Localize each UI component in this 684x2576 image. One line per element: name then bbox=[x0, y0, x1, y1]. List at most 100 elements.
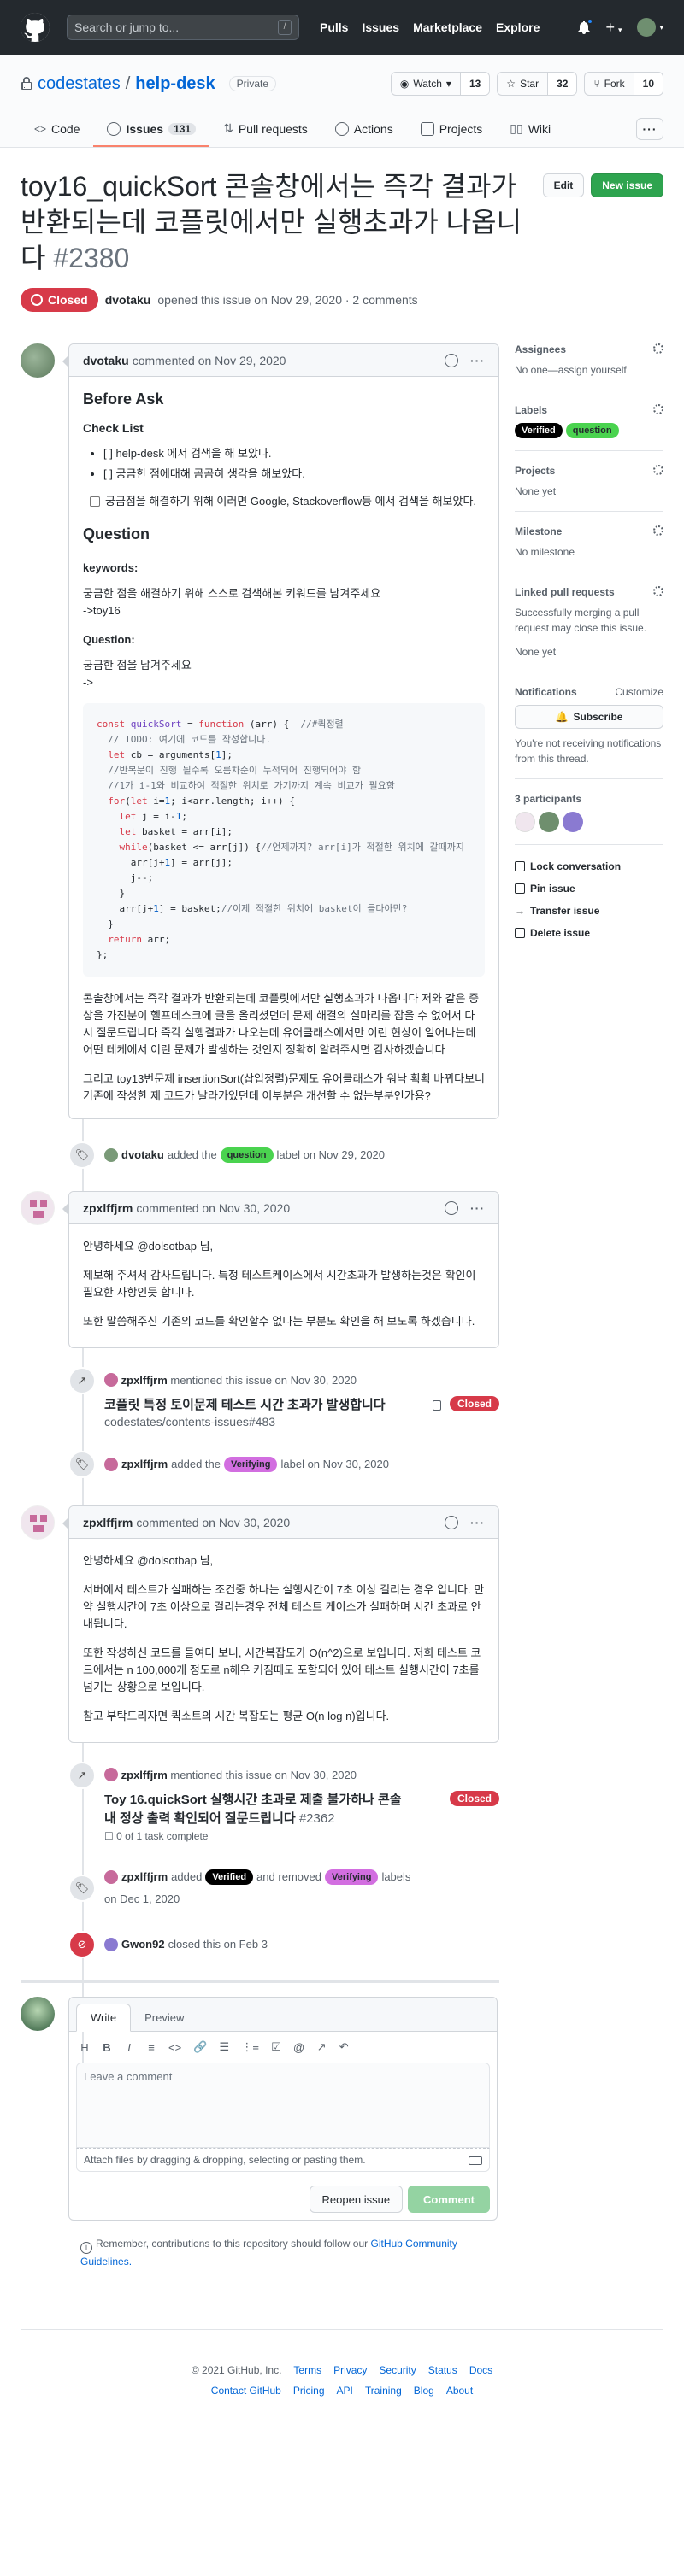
avatar[interactable] bbox=[515, 812, 535, 832]
star-count[interactable]: 32 bbox=[547, 73, 577, 95]
task-list-icon[interactable]: ☑ bbox=[271, 2040, 281, 2054]
avatar[interactable] bbox=[21, 1191, 55, 1225]
mention-icon[interactable]: @ bbox=[293, 2041, 304, 2054]
quote-icon[interactable]: ≡ bbox=[146, 2041, 156, 2054]
attach-files-area[interactable]: Attach files by dragging & dropping, sel… bbox=[76, 2148, 490, 2172]
footer-link-security[interactable]: Security bbox=[379, 2364, 416, 2376]
comment-textarea[interactable]: Leave a comment bbox=[76, 2063, 490, 2148]
tab-actions[interactable]: Actions bbox=[321, 122, 407, 147]
fork-button[interactable]: ⑂ Fork 10 bbox=[584, 72, 663, 96]
footer-link-status[interactable]: Status bbox=[428, 2364, 457, 2376]
avatar[interactable] bbox=[104, 1148, 118, 1162]
subscribe-button[interactable]: 🔔 Subscribe bbox=[515, 705, 663, 729]
search-input[interactable]: Search or jump to... / bbox=[67, 15, 299, 40]
bulleted-list-icon[interactable]: ☰ bbox=[219, 2040, 230, 2054]
tab-code[interactable]: <> Code bbox=[21, 122, 93, 147]
tab-wiki[interactable]: ▯▯ Wiki bbox=[496, 121, 564, 147]
footer-link-privacy[interactable]: Privacy bbox=[333, 2364, 367, 2376]
nav-explore[interactable]: Explore bbox=[496, 21, 540, 34]
footer-link-contact[interactable]: Contact GitHub bbox=[211, 2385, 281, 2397]
event-actor[interactable]: zpxlffjrm bbox=[121, 1455, 168, 1474]
event-actor[interactable]: Gwon92 bbox=[121, 1935, 165, 1954]
nav-issues[interactable]: Issues bbox=[362, 21, 399, 34]
tab-write[interactable]: Write bbox=[76, 2004, 132, 2032]
sidebar-heading[interactable]: Labels bbox=[515, 404, 547, 416]
watch-count[interactable]: 13 bbox=[459, 73, 490, 95]
avatar[interactable] bbox=[563, 812, 583, 832]
avatar[interactable] bbox=[104, 1373, 118, 1387]
comment-menu-icon[interactable]: ··· bbox=[470, 1201, 485, 1215]
avatar[interactable] bbox=[539, 812, 559, 832]
event-actor[interactable]: zpxlffjrm bbox=[121, 1374, 168, 1387]
nav-marketplace[interactable]: Marketplace bbox=[413, 21, 482, 34]
footer-link-pricing[interactable]: Pricing bbox=[293, 2385, 325, 2397]
create-new-plus-icon[interactable]: + ▾ bbox=[606, 19, 622, 37]
event-actor[interactable]: zpxlffjrm bbox=[121, 1868, 168, 1887]
avatar[interactable] bbox=[21, 1505, 55, 1540]
pin-issue-button[interactable]: Pin issue bbox=[515, 877, 663, 900]
github-logo-icon[interactable] bbox=[21, 13, 50, 42]
sidebar-heading[interactable]: Assignees bbox=[515, 343, 566, 355]
label-question[interactable]: question bbox=[565, 423, 619, 438]
comment-author[interactable]: dvotaku bbox=[83, 354, 129, 367]
label-verifying[interactable]: Verifying bbox=[324, 1869, 379, 1885]
comment-button[interactable]: Comment bbox=[408, 2186, 490, 2213]
transfer-issue-button[interactable]: → Transfer issue bbox=[515, 900, 663, 922]
comment-menu-icon[interactable]: ··· bbox=[470, 354, 485, 367]
task-checkbox[interactable] bbox=[90, 496, 100, 507]
repo-owner-link[interactable]: codestates bbox=[38, 74, 121, 94]
delete-issue-button[interactable]: Delete issue bbox=[515, 922, 663, 944]
sidebar-heading[interactable]: Projects bbox=[515, 465, 555, 477]
fork-count[interactable]: 10 bbox=[633, 73, 663, 95]
gear-icon[interactable] bbox=[653, 404, 663, 414]
comment-author[interactable]: zpxlffjrm bbox=[83, 1516, 133, 1529]
footer-link-blog[interactable]: Blog bbox=[414, 2385, 434, 2397]
assignees-value[interactable]: No one—assign yourself bbox=[515, 362, 663, 378]
comment-menu-icon[interactable]: ··· bbox=[470, 1516, 485, 1529]
lock-conversation-button[interactable]: Lock conversation bbox=[515, 855, 663, 877]
bold-icon[interactable]: B bbox=[102, 2041, 112, 2054]
referenced-issue-title[interactable]: 코플릿 특정 토이문제 테스트 시간 초과가 발생합니다 bbox=[104, 1396, 412, 1415]
footer-link-docs[interactable]: Docs bbox=[469, 2364, 492, 2376]
heading-icon[interactable]: H bbox=[80, 2041, 90, 2054]
reopen-issue-button[interactable]: Reopen issue bbox=[309, 2186, 404, 2213]
tab-projects[interactable]: Projects bbox=[407, 122, 497, 147]
reply-icon[interactable]: ↶ bbox=[339, 2040, 349, 2054]
notifications-bell-icon[interactable] bbox=[577, 18, 593, 34]
tab-preview[interactable]: Preview bbox=[131, 2004, 198, 2031]
reaction-smiley-icon[interactable] bbox=[445, 1515, 458, 1529]
avatar[interactable] bbox=[104, 1870, 118, 1884]
link-icon[interactable]: 🔗 bbox=[193, 2040, 207, 2054]
new-issue-button[interactable]: New issue bbox=[591, 173, 663, 197]
user-menu[interactable]: ▾ bbox=[637, 18, 663, 37]
cross-reference-icon[interactable]: ↗ bbox=[316, 2040, 327, 2054]
avatar[interactable] bbox=[104, 1938, 118, 1951]
tab-pull-requests[interactable]: ⇅ Pull requests bbox=[209, 121, 321, 147]
task-item[interactable]: 궁금점을 해결하기 위해 이러면 Google, Stackoverflow등 … bbox=[90, 493, 485, 510]
event-actor[interactable]: dvotaku bbox=[121, 1146, 164, 1165]
reaction-smiley-icon[interactable] bbox=[445, 1200, 458, 1215]
reaction-smiley-icon[interactable] bbox=[445, 353, 458, 367]
comment-date[interactable]: commented on Nov 30, 2020 bbox=[136, 1516, 290, 1529]
star-button[interactable]: ☆ Star 32 bbox=[497, 72, 578, 96]
watch-button[interactable]: ◉ Watch ▾ 13 bbox=[390, 72, 491, 96]
sidebar-heading[interactable]: Linked pull requests bbox=[515, 586, 615, 598]
label-verified[interactable]: Verified bbox=[205, 1869, 254, 1885]
code-icon[interactable]: <> bbox=[168, 2041, 181, 2054]
more-tabs-button[interactable]: ··· bbox=[636, 118, 663, 140]
event-actor[interactable]: zpxlffjrm bbox=[121, 1769, 168, 1781]
footer-link-training[interactable]: Training bbox=[365, 2385, 402, 2397]
sidebar-heading[interactable]: Milestone bbox=[515, 525, 562, 537]
comment-date[interactable]: commented on Nov 30, 2020 bbox=[136, 1201, 290, 1215]
edit-button[interactable]: Edit bbox=[542, 173, 585, 197]
footer-link-terms[interactable]: Terms bbox=[293, 2364, 321, 2376]
gear-icon[interactable] bbox=[653, 465, 663, 475]
footer-link-about[interactable]: About bbox=[446, 2385, 473, 2397]
comment-author[interactable]: zpxlffjrm bbox=[83, 1201, 133, 1215]
gear-icon[interactable] bbox=[653, 343, 663, 354]
gear-icon[interactable] bbox=[653, 586, 663, 596]
numbered-list-icon[interactable]: ⋮≡ bbox=[241, 2040, 259, 2054]
italic-icon[interactable]: I bbox=[124, 2041, 134, 2054]
gear-icon[interactable] bbox=[653, 525, 663, 536]
referenced-issue-repo[interactable]: codestates/contents-issues#483 bbox=[104, 1415, 412, 1429]
